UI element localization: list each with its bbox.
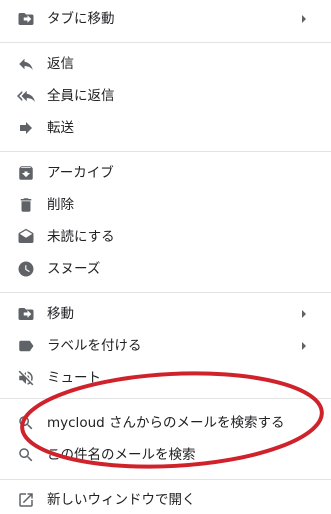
- divider: [0, 479, 331, 480]
- divider: [0, 42, 331, 43]
- move-to-tab-icon: [17, 10, 35, 28]
- menu-item-label: 移動: [47, 306, 74, 322]
- divider: [0, 151, 331, 152]
- menu-item-label: ミュート: [47, 370, 101, 386]
- context-menu: タブに移動 返信 全員に返信 転送 アーカイブ 削除 未読にする スヌーズ 移動…: [0, 0, 331, 510]
- divider: [0, 398, 331, 399]
- menu-item-move-to-tab[interactable]: タブに移動: [0, 5, 331, 33]
- menu-item-archive[interactable]: アーカイブ: [0, 159, 331, 187]
- menu-item-label: スヌーズ: [47, 261, 101, 277]
- menu-item-label: 全員に返信: [47, 88, 115, 104]
- chevron-right-icon: [300, 308, 308, 320]
- menu-item-mark-unread[interactable]: 未読にする: [0, 223, 331, 251]
- menu-item-label: 削除: [47, 197, 74, 213]
- search-icon: [17, 414, 35, 432]
- menu-item-search-from-sender[interactable]: mycloud さんからのメールを検索する: [0, 409, 331, 437]
- trash-icon: [17, 196, 35, 214]
- menu-item-label: この件名のメールを検索: [47, 447, 196, 463]
- menu-item-forward[interactable]: 転送: [0, 114, 331, 142]
- menu-item-label: 未読にする: [47, 229, 115, 245]
- menu-item-label: タブに移動: [47, 11, 115, 27]
- search-icon: [17, 446, 35, 464]
- menu-item-delete[interactable]: 削除: [0, 191, 331, 219]
- menu-item-label-as[interactable]: ラベルを付ける: [0, 332, 331, 360]
- menu-item-search-subject[interactable]: この件名のメールを検索: [0, 441, 331, 469]
- mark-unread-icon: [17, 228, 35, 246]
- menu-item-label: アーカイブ: [47, 165, 114, 181]
- menu-item-reply-all[interactable]: 全員に返信: [0, 82, 331, 110]
- menu-item-reply[interactable]: 返信: [0, 50, 331, 78]
- forward-icon: [17, 119, 35, 137]
- menu-item-label: 新しいウィンドウで開く: [47, 492, 196, 508]
- menu-item-move[interactable]: 移動: [0, 300, 331, 328]
- menu-item-label: 転送: [47, 120, 74, 136]
- chevron-right-icon: [300, 340, 308, 352]
- menu-item-label: mycloud さんからのメールを検索する: [47, 415, 285, 431]
- chevron-right-icon: [300, 13, 308, 25]
- menu-item-label: ラベルを付ける: [47, 338, 142, 354]
- mute-icon: [17, 369, 35, 387]
- divider: [0, 292, 331, 293]
- label-icon: [17, 337, 35, 355]
- reply-all-icon: [17, 87, 35, 105]
- menu-item-snooze[interactable]: スヌーズ: [0, 255, 331, 283]
- open-in-new-window-icon: [17, 491, 35, 509]
- move-folder-icon: [17, 305, 35, 323]
- menu-item-label: 返信: [47, 56, 74, 72]
- menu-item-mute[interactable]: ミュート: [0, 364, 331, 392]
- snooze-clock-icon: [17, 260, 35, 278]
- reply-icon: [17, 55, 35, 73]
- archive-icon: [17, 164, 35, 182]
